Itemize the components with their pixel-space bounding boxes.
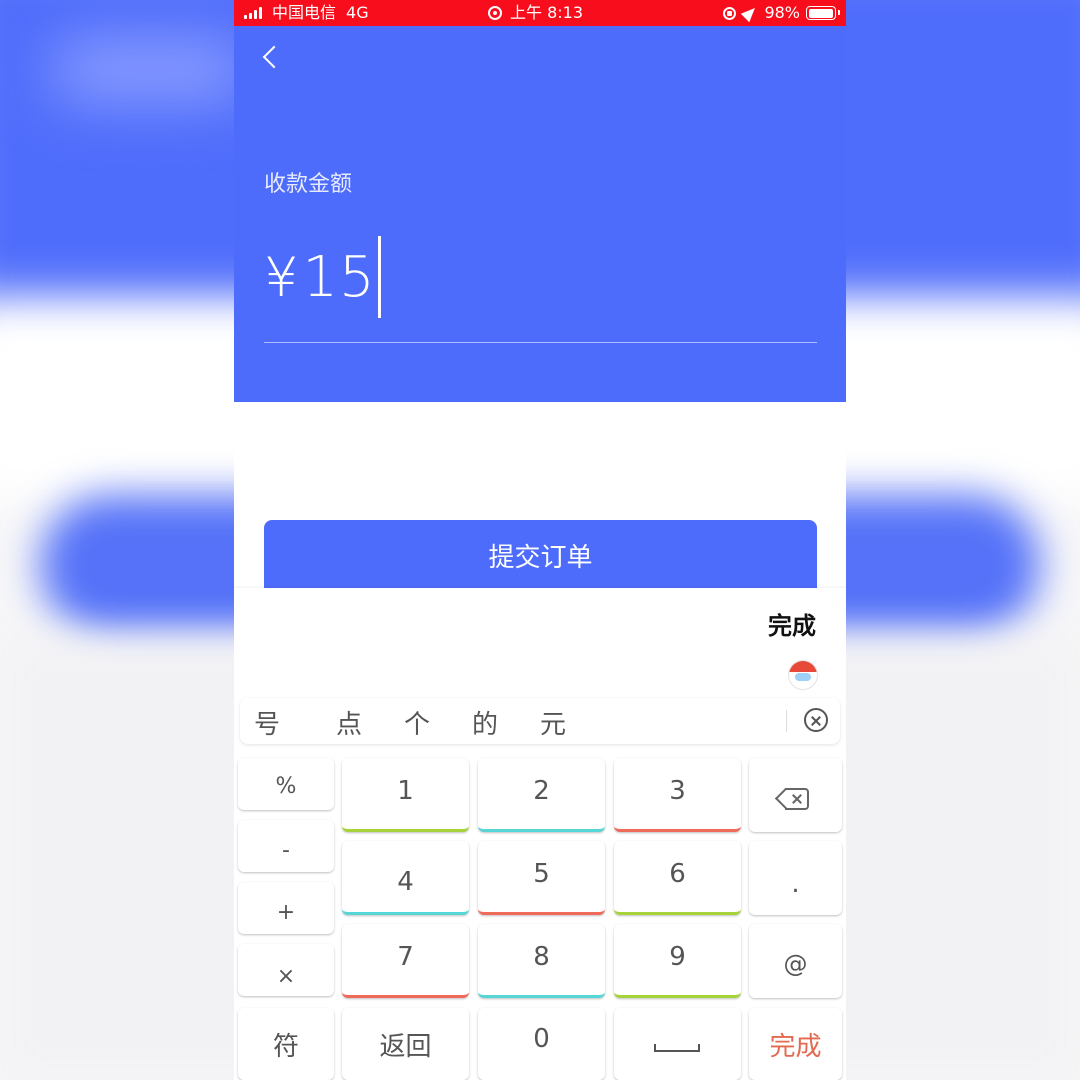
backspace-key[interactable] [749,758,842,832]
amount-input[interactable]: ¥ 15 [264,236,381,318]
key-0[interactable]: 0 [478,1008,605,1080]
key-plus[interactable]: + [238,882,334,934]
candidate-word[interactable]: 号 [254,704,280,741]
text-cursor [377,236,381,318]
submit-order-button[interactable]: 提交订单 [264,520,817,596]
key-percent[interactable]: % [238,758,334,810]
key-5[interactable]: 5 [478,841,605,915]
key-9[interactable]: 9 [614,924,741,998]
back-button[interactable] [256,40,286,76]
symbols-key[interactable]: 符 [238,1008,334,1080]
signal-icon [244,7,264,19]
carrier-name: 中国电信 [272,3,337,22]
rotation-lock-icon [723,6,737,20]
status-bar: 中国电信 4G 上午 8:13 98% [234,0,846,26]
amount-value: 15 [302,244,376,310]
numeric-keyboard: 完成 号 点 个 的 元 % - + × 1 2 3 4 5 6 . 7 8 9… [234,588,846,1080]
network-type: 4G [346,3,369,22]
status-time: 上午 8:13 [510,3,584,22]
space-icon [654,1044,700,1052]
amount-divider [264,342,817,343]
candidate-separator [786,710,787,732]
ime-logo-icon[interactable] [788,660,818,690]
key-4[interactable]: 4 [342,841,469,915]
screen-record-icon [488,6,502,20]
backspace-icon [774,787,809,810]
key-2[interactable]: 2 [478,758,605,832]
amount-header: 收款金额 ¥ 15 [234,26,846,402]
candidate-word[interactable]: 的 [472,704,498,741]
done-key[interactable]: 完成 [749,1008,842,1080]
key-3[interactable]: 3 [614,758,741,832]
space-key[interactable] [614,1008,741,1080]
key-minus[interactable]: - [238,820,334,872]
key-multiply[interactable]: × [238,944,334,996]
location-icon [741,3,760,23]
currency-symbol: ¥ [264,245,299,309]
candidate-word[interactable]: 点 [336,704,362,741]
candidate-bar: 号 点 个 的 元 [240,698,840,744]
phone-screen: 中国电信 4G 上午 8:13 98% 收款金额 ¥ 15 提交订单 完成 号 … [234,0,846,1080]
key-6[interactable]: 6 [614,841,741,915]
candidate-word[interactable]: 个 [404,704,430,741]
key-at[interactable]: @ [749,924,842,998]
battery-percent: 98% [764,3,800,22]
return-key[interactable]: 返回 [342,1008,469,1080]
candidate-word[interactable]: 元 [540,704,566,741]
close-candidates-icon[interactable] [804,708,828,732]
battery-icon [806,6,840,20]
keyboard-done-button[interactable]: 完成 [768,606,816,641]
key-8[interactable]: 8 [478,924,605,998]
key-dot[interactable]: . [749,841,842,915]
key-7[interactable]: 7 [342,924,469,998]
amount-label: 收款金额 [264,172,353,197]
key-1[interactable]: 1 [342,758,469,832]
